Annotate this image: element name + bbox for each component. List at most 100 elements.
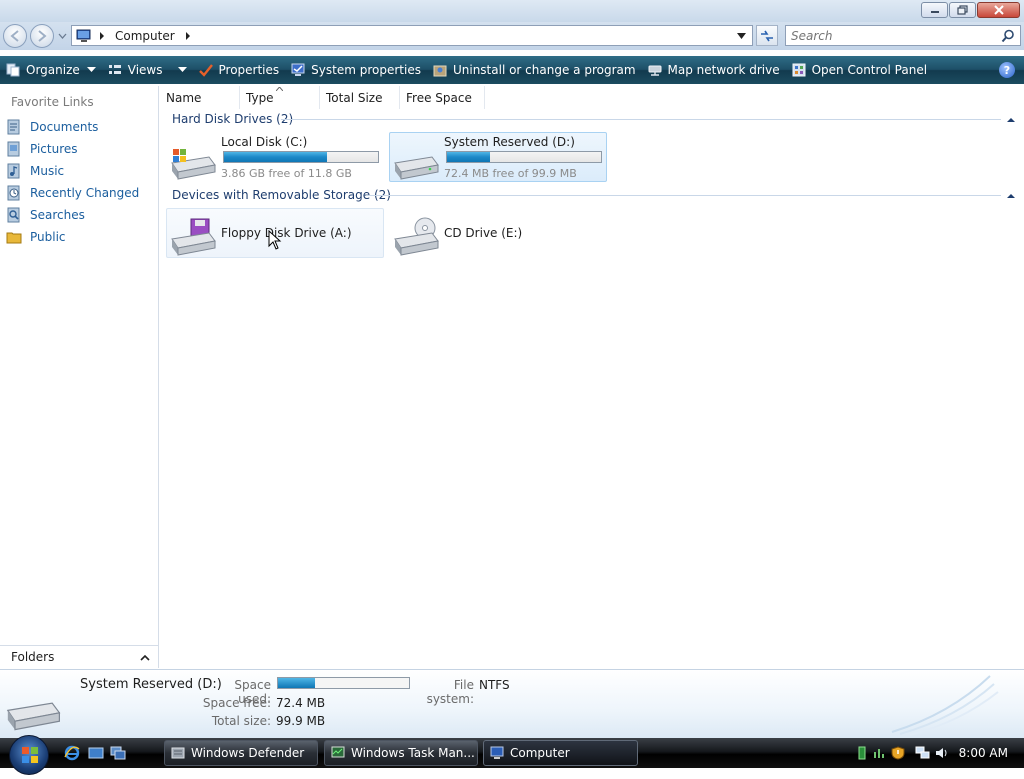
taskbar-button-label: Windows Defender xyxy=(191,746,305,760)
address-row: Computer xyxy=(0,22,1024,50)
hard-drive-icon xyxy=(394,156,439,180)
file-system-label: File system: xyxy=(426,678,474,706)
group-header-hard-disk-drives[interactable]: Hard Disk Drives (2) xyxy=(172,112,293,126)
views-label: Views xyxy=(127,63,163,77)
system-properties-label: System properties xyxy=(311,63,421,77)
system-properties-icon xyxy=(291,63,305,76)
address-bar[interactable]: Computer xyxy=(71,25,753,46)
drive-name: Floppy Disk Drive (A:) xyxy=(221,226,352,240)
computer-icon xyxy=(490,746,504,759)
folders-toggle[interactable]: Folders xyxy=(0,645,159,668)
drive-name: Local Disk (C:) xyxy=(221,135,308,149)
drive-usage-fill xyxy=(447,152,491,162)
show-desktop-icon[interactable] xyxy=(88,745,104,761)
security-shield-icon[interactable] xyxy=(891,746,905,760)
restore-button[interactable] xyxy=(949,2,976,18)
network-activity-icon[interactable] xyxy=(873,746,887,760)
drive-free-space: 3.86 GB free of 11.8 GB xyxy=(221,167,352,180)
sidebar-item-public[interactable]: Public xyxy=(6,227,66,247)
sort-ascending-icon xyxy=(276,87,283,91)
sidebar-item-music[interactable]: Music xyxy=(6,161,64,181)
volume-icon[interactable] xyxy=(935,746,949,760)
network-connection-icon[interactable] xyxy=(915,746,931,760)
views-dropdown-icon[interactable] xyxy=(177,67,187,73)
recent-pages-chevron-icon[interactable] xyxy=(58,33,67,39)
group-divider xyxy=(366,195,1001,196)
sidebar-item-searches[interactable]: Searches xyxy=(6,205,85,225)
collapse-group-icon[interactable] xyxy=(1006,116,1016,123)
minimize-button[interactable] xyxy=(921,2,948,18)
sidebar-item-pictures[interactable]: Pictures xyxy=(6,139,78,159)
breadcrumb-separator-icon[interactable] xyxy=(183,31,193,41)
refresh-button[interactable] xyxy=(756,25,778,46)
tray-divider-icon xyxy=(858,746,866,760)
switch-windows-icon[interactable] xyxy=(110,745,126,761)
organize-label: Organize xyxy=(26,63,80,77)
group-title: Devices with Removable Storage (2) xyxy=(172,188,391,202)
column-header-free-space[interactable]: Free Space xyxy=(400,86,485,109)
file-system-value: NTFS xyxy=(479,678,510,692)
drive-tile-system-reserved-d[interactable]: System Reserved (D:) 72.4 MB free of 99.… xyxy=(389,132,607,182)
column-header-type[interactable]: Type xyxy=(240,86,320,109)
organize-button[interactable]: Organize xyxy=(0,56,102,84)
sidebar-item-label: Recently Changed xyxy=(30,186,140,200)
start-button[interactable] xyxy=(9,735,49,775)
close-icon xyxy=(993,5,1004,15)
address-location[interactable]: Computer xyxy=(115,29,175,43)
help-icon: ? xyxy=(1003,63,1011,77)
open-control-panel-label: Open Control Panel xyxy=(811,63,928,77)
properties-label: Properties xyxy=(218,63,280,77)
column-header-total-size[interactable]: Total Size xyxy=(320,86,400,109)
help-button[interactable]: ? xyxy=(999,62,1015,78)
sidebar-item-label: Music xyxy=(30,164,65,178)
drive-tile-local-disk-c[interactable]: Local Disk (C:) 3.86 GB free of 11.8 GB xyxy=(166,132,384,182)
title-bar xyxy=(0,0,1024,22)
open-control-panel-button[interactable]: Open Control Panel xyxy=(786,56,933,84)
total-size-value: 99.9 MB xyxy=(276,714,326,728)
decorative-swoosh xyxy=(891,675,999,736)
taskbar-button-windows-defender[interactable]: Windows Defender xyxy=(164,740,318,766)
back-button[interactable] xyxy=(3,24,27,48)
task-manager-icon xyxy=(331,746,345,758)
properties-button[interactable]: Properties xyxy=(193,56,286,84)
clock[interactable]: 8:00 AM xyxy=(959,746,1008,760)
sidebar-item-recently-changed[interactable]: Recently Changed xyxy=(6,183,139,203)
column-header-name[interactable]: Name xyxy=(160,86,240,109)
taskbar-button-computer[interactable]: Computer xyxy=(483,740,638,766)
address-dropdown-icon[interactable] xyxy=(737,32,746,39)
uninstall-program-button[interactable]: Uninstall or change a program xyxy=(427,56,642,84)
views-button[interactable]: Views xyxy=(102,56,193,84)
group-divider xyxy=(281,119,1001,120)
search-icon[interactable] xyxy=(1001,29,1015,43)
uninstall-program-label: Uninstall or change a program xyxy=(452,63,636,77)
mouse-cursor-icon xyxy=(268,230,282,250)
navigation-pane: Favorite Links Documents Pictures Music … xyxy=(0,86,159,668)
minimize-icon xyxy=(930,11,939,13)
space-free-label: Space free: xyxy=(202,696,271,710)
map-network-drive-button[interactable]: Map network drive xyxy=(642,56,786,84)
close-button[interactable] xyxy=(977,2,1020,18)
floppy-drive-icon xyxy=(171,218,216,256)
views-icon xyxy=(108,65,121,74)
forward-button[interactable] xyxy=(30,24,54,48)
drive-tile-cd-e[interactable]: CD Drive (E:) xyxy=(389,208,607,258)
search-input[interactable] xyxy=(786,27,1001,44)
back-arrow-icon xyxy=(10,30,19,42)
internet-explorer-icon[interactable] xyxy=(64,745,80,761)
chevron-up-icon xyxy=(140,654,150,661)
windows-logo-icon xyxy=(22,747,38,763)
group-header-removable-storage[interactable]: Devices with Removable Storage (2) xyxy=(172,188,391,202)
public-folder-icon xyxy=(6,232,22,244)
details-pane: System Reserved (D:) Space used: File sy… xyxy=(0,669,1024,738)
sidebar-item-documents[interactable]: Documents xyxy=(6,117,98,137)
favorite-links-heading: Favorite Links xyxy=(11,95,94,109)
recently-changed-icon xyxy=(7,185,20,201)
breadcrumb-separator-icon[interactable] xyxy=(97,31,107,41)
sidebar-item-label: Pictures xyxy=(30,142,78,156)
system-properties-button[interactable]: System properties xyxy=(285,56,427,84)
space-free-value: 72.4 MB xyxy=(276,696,326,710)
pictures-icon xyxy=(7,141,20,157)
search-box[interactable] xyxy=(785,25,1021,46)
collapse-group-icon[interactable] xyxy=(1006,192,1016,199)
taskbar-button-task-manager[interactable]: Windows Task Man... xyxy=(324,740,478,766)
